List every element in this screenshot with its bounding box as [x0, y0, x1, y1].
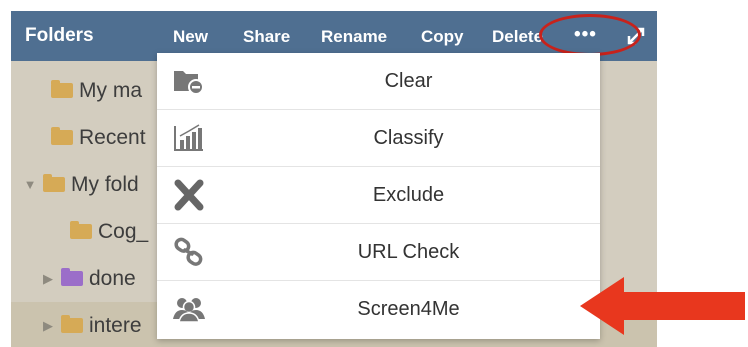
menu-item-classify[interactable]: Classify — [157, 110, 600, 167]
menu-item-label: URL Check — [357, 241, 460, 263]
caret-right-icon[interactable]: ▶ — [39, 318, 57, 334]
folder-icon — [61, 268, 83, 286]
folder-icon — [43, 174, 65, 192]
share-button[interactable]: Share — [243, 27, 290, 47]
caret-down-icon[interactable]: ▼ — [21, 177, 39, 192]
users-icon — [171, 293, 207, 325]
caret-right-icon[interactable]: ▶ — [39, 271, 57, 287]
more-options-highlight-circle — [539, 14, 641, 56]
menu-item-exclude[interactable]: Exclude — [157, 167, 600, 224]
menu-item-label: Classify — [373, 127, 444, 149]
menu-item-screen4me[interactable]: Screen4Me — [157, 281, 600, 338]
more-options-menu: Clear Classify Exclude URL Check Screen4… — [157, 53, 600, 339]
menu-item-label: Clear — [384, 70, 433, 92]
delete-button[interactable]: Delete — [492, 27, 543, 47]
menu-item-clear[interactable]: Clear — [157, 53, 600, 110]
rename-button[interactable]: Rename — [321, 27, 387, 47]
panel-title: Folders — [25, 25, 94, 46]
folder-icon — [51, 127, 73, 145]
tree-item-label: Recent — [79, 125, 146, 149]
menu-item-url-check[interactable]: URL Check — [157, 224, 600, 281]
bar-chart-icon — [171, 122, 207, 154]
link-icon — [171, 236, 207, 268]
red-arrow-pointer — [580, 277, 745, 340]
tree-item-label: My ma — [79, 78, 142, 102]
x-icon — [171, 179, 207, 211]
tree-item-label: Cog_ — [98, 219, 149, 243]
new-button[interactable]: New — [173, 27, 208, 47]
folder-icon — [51, 80, 73, 98]
menu-item-label: Exclude — [372, 184, 445, 206]
folder-clear-icon — [171, 65, 207, 97]
folder-icon — [70, 221, 92, 239]
tree-item-label: intere — [89, 313, 142, 337]
menu-item-label: Screen4Me — [357, 298, 460, 320]
folder-icon — [61, 315, 83, 333]
tree-item-label: My fold — [71, 172, 139, 196]
tree-item-label: done — [89, 266, 136, 290]
copy-button[interactable]: Copy — [421, 27, 464, 47]
